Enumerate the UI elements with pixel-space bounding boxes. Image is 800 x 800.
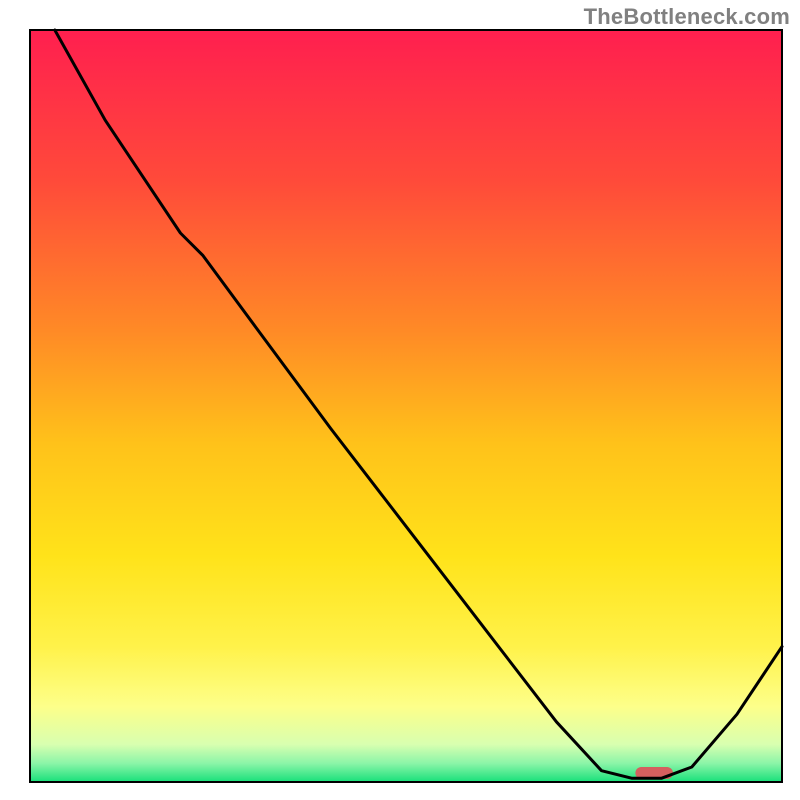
- plot-background: [30, 30, 782, 782]
- chart-container: TheBottleneck.com: [0, 0, 800, 800]
- watermark-label: TheBottleneck.com: [584, 4, 790, 30]
- chart-svg: [0, 0, 800, 800]
